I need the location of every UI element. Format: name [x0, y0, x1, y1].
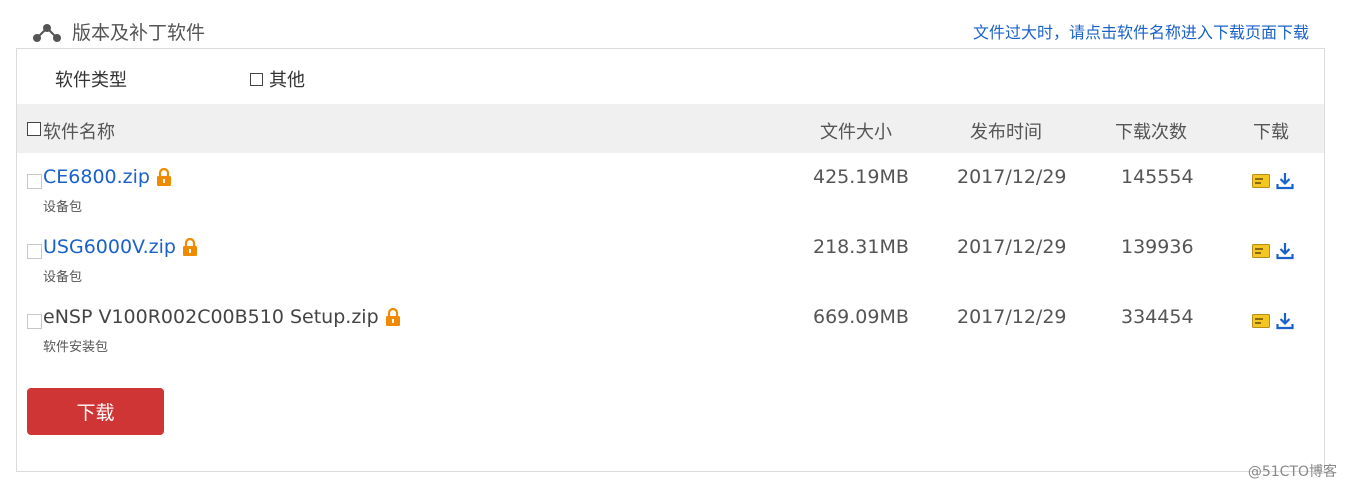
file-type: 设备包 [43, 200, 83, 215]
file-type: 设备包 [43, 270, 83, 285]
download-icon[interactable] [1276, 242, 1294, 260]
download-count: 334454 [1121, 306, 1194, 328]
download-actions [1252, 312, 1294, 330]
table-row: USG6000V.zip 设备包 218.31MB 2017/12/29 139… [17, 224, 1324, 292]
release-date: 2017/12/29 [957, 166, 1067, 188]
section-header: 版本及补丁软件 文件过大时，请点击软件名称进入下载页面下载 [0, 0, 1347, 48]
download-actions [1252, 242, 1294, 260]
release-date: 2017/12/29 [957, 236, 1067, 258]
share-nodes-icon [33, 24, 61, 42]
lock-icon [182, 238, 197, 256]
table-row: CE6800.zip 设备包 425.19MB 2017/12/29 14555… [17, 154, 1324, 222]
checkbox-icon[interactable] [250, 72, 263, 86]
file-size: 218.31MB [813, 236, 909, 258]
software-panel: 软件类型 其他 软件名称 文件大小 发布时间 下载次数 下载 CE6800.zi… [16, 48, 1325, 472]
header-date: 发布时间 [970, 122, 1042, 143]
release-date: 2017/12/29 [957, 306, 1067, 328]
row-checkbox[interactable] [27, 174, 42, 189]
lock-icon [156, 168, 171, 186]
table-header: 软件名称 文件大小 发布时间 下载次数 下载 [17, 104, 1324, 153]
large-file-notice-link[interactable]: 文件过大时，请点击软件名称进入下载页面下载 [973, 19, 1309, 43]
file-name-link[interactable]: CE6800.zip [43, 166, 150, 188]
header-size: 文件大小 [820, 122, 892, 143]
row-checkbox[interactable] [27, 244, 42, 259]
section-title: 版本及补丁软件 [72, 22, 206, 44]
header-name: 软件名称 [43, 122, 115, 143]
row-checkbox[interactable] [27, 314, 42, 329]
table-row: eNSP V100R002C00B510 Setup.zip 软件安装包 669… [17, 294, 1324, 362]
file-size: 669.09MB [813, 306, 909, 328]
file-name-text[interactable]: eNSP V100R002C00B510 Setup.zip [43, 306, 379, 328]
watermark: @51CTO博客 [1247, 464, 1337, 480]
software-type-label: 软件类型 [55, 70, 127, 91]
file-name: eNSP V100R002C00B510 Setup.zip [43, 306, 401, 328]
file-name-link[interactable]: USG6000V.zip [43, 236, 176, 258]
file-name: CE6800.zip [43, 166, 172, 188]
file-type: 软件安装包 [43, 340, 109, 355]
header-download: 下载 [1253, 122, 1289, 143]
lock-icon [385, 308, 400, 326]
download-icon[interactable] [1276, 312, 1294, 330]
filter-other-checkbox[interactable]: 其他 [250, 66, 305, 92]
file-name: USG6000V.zip [43, 236, 198, 258]
card-icon[interactable] [1252, 173, 1270, 189]
download-count: 139936 [1121, 236, 1194, 258]
download-button[interactable]: 下载 [27, 388, 164, 435]
header-count: 下载次数 [1115, 122, 1187, 143]
filter-other-label: 其他 [269, 70, 305, 91]
download-icon[interactable] [1276, 172, 1294, 190]
card-icon[interactable] [1252, 313, 1270, 329]
download-actions [1252, 172, 1294, 190]
card-icon[interactable] [1252, 243, 1270, 259]
file-size: 425.19MB [813, 166, 909, 188]
download-count: 145554 [1121, 166, 1194, 188]
select-all-checkbox[interactable] [27, 122, 41, 136]
